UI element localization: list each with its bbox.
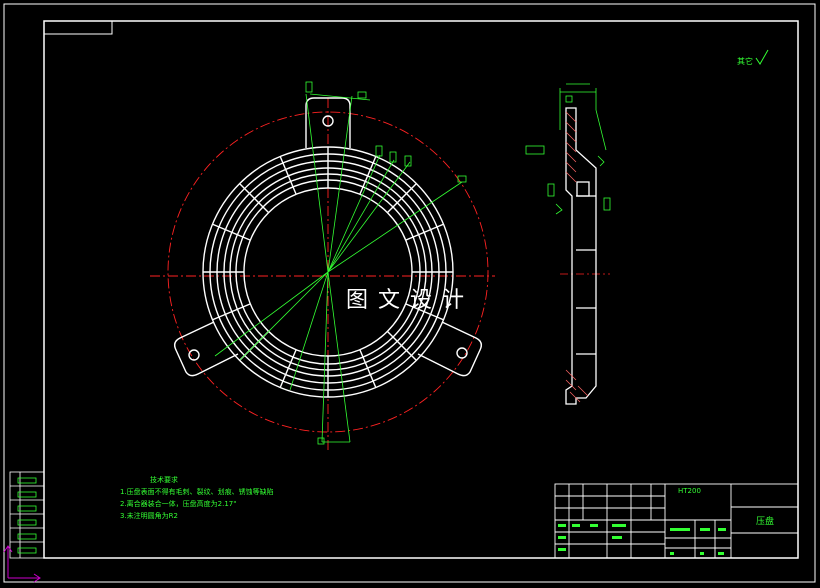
- tech-req-item-3: 3.未注明圆角为R2: [120, 512, 178, 520]
- drawing-number-box: [43, 20, 113, 35]
- tech-req-item-1: 1.压盘表面不得有毛刺、裂纹、划痕、锈蚀等缺陷: [120, 488, 274, 496]
- title-block-stamps: [558, 524, 726, 555]
- left-revision-blocks: [9, 471, 45, 559]
- ucs-axis-icon: [3, 545, 41, 583]
- part-name: 压盘: [756, 517, 775, 527]
- side-section-view: [525, 83, 611, 405]
- roughness-note: 其它: [737, 57, 753, 66]
- surface-roughness-symbol: [755, 49, 769, 65]
- tech-req-item-2: 2.离合器装合一体，压盘高度为2.17": [120, 500, 237, 508]
- front-view: [150, 81, 495, 452]
- tech-req-title: 技术要求: [150, 476, 178, 484]
- material-label: HT200: [678, 487, 701, 495]
- technical-requirements: 技术要求 1.压盘表面不得有毛刺、裂纹、划痕、锈蚀等缺陷 2.离合器装合一体，压…: [120, 474, 274, 522]
- watermark-text: 图文设计: [346, 288, 475, 313]
